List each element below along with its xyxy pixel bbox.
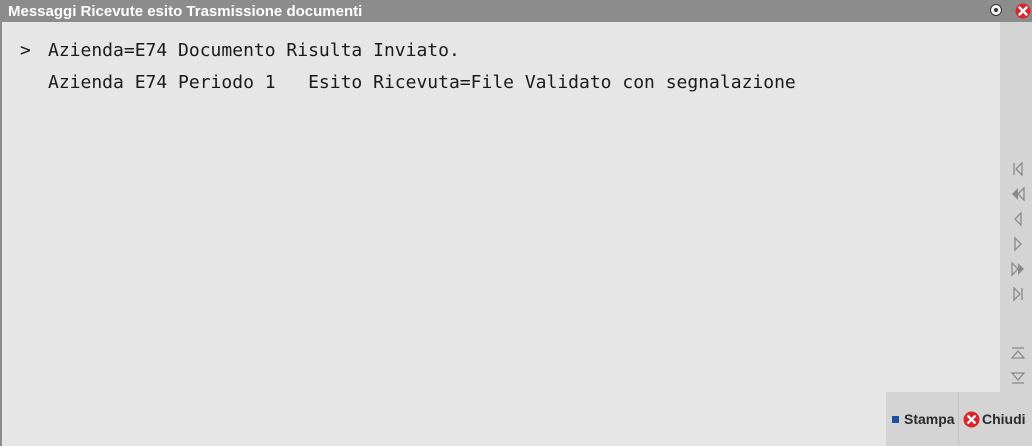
previous-icon[interactable] bbox=[1010, 211, 1026, 227]
action-separator bbox=[958, 392, 959, 446]
message-area: > Azienda=E74 Documento Risulta Inviato.… bbox=[2, 22, 1000, 446]
title-bar: Messaggi Ricevute esito Trasmissione doc… bbox=[0, 0, 1032, 22]
message-line-1: Azienda=E74 Documento Risulta Inviato. bbox=[48, 40, 460, 61]
message-line-2: Azienda E74 Periodo 1 Esito Ricevuta=Fil… bbox=[48, 72, 796, 93]
message-prompt-marker: > bbox=[20, 40, 31, 61]
chiudi-label: Chiudi bbox=[982, 411, 1026, 427]
fast-back-icon[interactable] bbox=[1010, 186, 1026, 202]
scroll-top-icon[interactable] bbox=[1010, 345, 1026, 361]
stampa-label: Stampa bbox=[904, 411, 955, 427]
chiudi-button[interactable]: Chiudi bbox=[963, 406, 1026, 432]
first-page-icon[interactable] bbox=[1010, 161, 1026, 177]
next-icon[interactable] bbox=[1010, 236, 1026, 252]
message-window: Messaggi Ricevute esito Trasmissione doc… bbox=[0, 0, 1032, 446]
close-circle-icon bbox=[963, 411, 980, 427]
print-square-icon bbox=[892, 415, 899, 423]
navigation-strip bbox=[1000, 22, 1032, 392]
window-close-icon[interactable] bbox=[1014, 3, 1032, 19]
last-page-icon[interactable] bbox=[1010, 286, 1026, 302]
fast-forward-icon[interactable] bbox=[1010, 261, 1026, 277]
window-option-radio-icon[interactable] bbox=[990, 4, 1002, 16]
window-title: Messaggi Ricevute esito Trasmissione doc… bbox=[8, 3, 363, 20]
scroll-bottom-icon[interactable] bbox=[1010, 370, 1026, 386]
stampa-button[interactable]: Stampa bbox=[892, 406, 955, 432]
